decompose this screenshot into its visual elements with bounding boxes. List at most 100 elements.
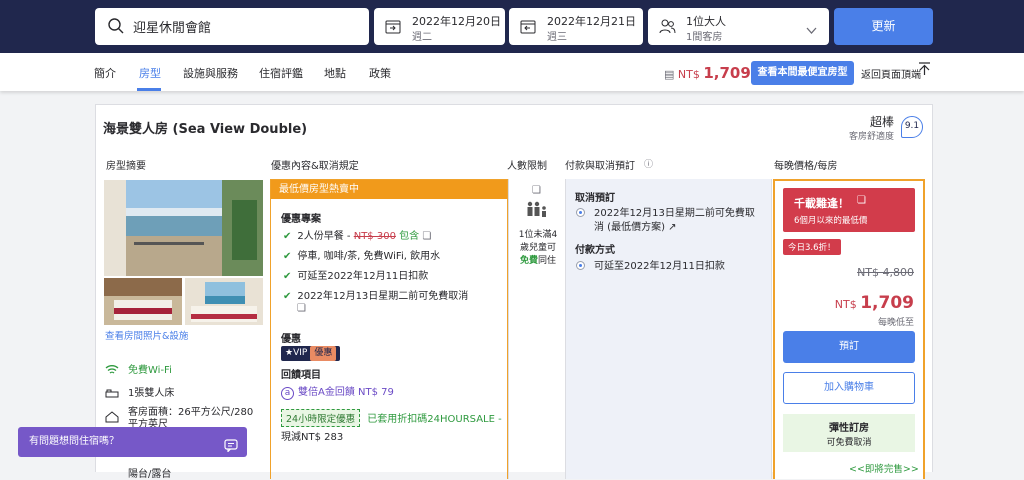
room-size-icon <box>105 408 119 427</box>
discount-section-title: 優惠 <box>281 334 301 345</box>
cancel-title: 取消預訂 <box>575 193 615 204</box>
update-button[interactable]: 更新 <box>834 8 933 45</box>
limited-offer-line: 24小時限定優惠 已套用折扣碼24HOURSALE - <box>281 409 502 427</box>
occupancy-column: ❏ 1位未滿4 歲兒童可 免費同住 <box>508 179 566 479</box>
checkin-weekday: 週二 <box>412 32 432 43</box>
check-icon: ✔ <box>283 291 292 302</box>
checkout-date: 2022年12月21日 <box>547 15 636 28</box>
back-to-top-link[interactable]: 返回頁面頂端 <box>861 66 921 81</box>
rating-score-badge: 9.1 <box>901 116 923 138</box>
search-icon <box>107 17 125 39</box>
rating-word: 超棒 <box>869 115 894 129</box>
vip-badge: ★VIP 優惠 <box>281 346 341 361</box>
tab-reviews[interactable]: 住宿評鑑 <box>259 65 303 81</box>
add-to-cart-button[interactable]: 加入購物車 <box>783 372 915 404</box>
check-icon: ✔ <box>283 271 292 282</box>
active-tab-indicator <box>137 88 161 91</box>
amenity-bed: 1張雙人床 <box>128 388 175 399</box>
section-nav: 簡介 房型 設施與服務 住宿評鑑 地點 政策 ▤ NT$ 1,709 查看本間最… <box>0 53 1024 91</box>
col-header-payment: 付款與取消預訂 <box>565 161 635 172</box>
rating-subtitle: 客房舒適度 <box>848 132 894 142</box>
tab-facilities[interactable]: 設施與服務 <box>183 65 238 81</box>
amenity-wifi: 免費Wi-Fi <box>128 365 172 376</box>
guests-adults: 1位大人 <box>686 15 726 28</box>
guests-selector[interactable]: 1位大人 1間客房 <box>648 8 829 45</box>
guests-icon <box>659 19 676 38</box>
wifi-icon <box>105 360 119 379</box>
room-photo-bedroom[interactable] <box>104 278 182 325</box>
room-photo-main[interactable] <box>104 180 263 276</box>
price-column: 千載難逢！ ❏ 6個月以來的最低價 今日3.6折！ NT$ 4,800 NT$ … <box>773 179 925 479</box>
checkout-date-picker[interactable]: 2022年12月21日 週三 <box>509 8 643 45</box>
tab-rooms[interactable]: 房型 <box>139 65 161 81</box>
radio-icon <box>576 208 585 217</box>
a-coin-icon: a <box>281 387 294 400</box>
selling-out-notice: <<即將完售>> <box>849 464 919 475</box>
chat-prompt: 有問題想問住宿嗎？ <box>29 436 119 447</box>
price-summary-value: 1,709 <box>703 64 751 82</box>
amenity-balcony: 陽台/露台 <box>128 469 172 480</box>
price-summary: ▤ NT$ 1,709 <box>664 64 751 82</box>
today-discount-badge: 今日3.6折！ <box>783 239 841 255</box>
tab-policies[interactable]: 政策 <box>369 65 391 81</box>
copy-icon: ❏ <box>532 185 541 196</box>
room-title: 海景雙人房 (Sea View Double) <box>103 122 308 137</box>
reward-item: a 雙倍A金回饋 NT$ 79 <box>281 383 394 400</box>
offer-item-amenities: ✔ 停車, 咖啡/茶, 免費WiFi, 飲用水 <box>283 251 441 262</box>
bed-icon: ▤ <box>664 68 675 81</box>
arrow-up-icon[interactable] <box>918 61 931 80</box>
room-photo-view[interactable] <box>185 278 263 325</box>
radio-icon <box>576 261 585 270</box>
info-icon[interactable]: ⓘ <box>644 157 653 170</box>
external-link-icon: ↗ <box>668 222 677 233</box>
offer-section-title: 優惠專案 <box>281 214 321 225</box>
guests-rooms: 1間客房 <box>686 32 723 43</box>
offer-item-breakfast: ✔ 2人份早餐 - NT$ 300 包含 ❏ <box>283 231 432 242</box>
chat-widget-button[interactable]: 有問題想問住宿嗎？ <box>18 427 247 457</box>
offer-panel: 最低價房型熱賣中 優惠專案 ✔ 2人份早餐 - NT$ 300 包含 ❏ ✔ 停車,… <box>270 179 508 479</box>
people-icon <box>525 201 549 225</box>
col-header-summary: 房型摘要 <box>106 161 146 172</box>
gift-icon: ❏ <box>422 231 432 242</box>
calendar-in-icon <box>385 19 401 38</box>
book-button[interactable]: 預訂 <box>783 331 915 363</box>
col-header-occupancy: 人數限制 <box>507 161 547 172</box>
check-icon: ✔ <box>283 231 292 242</box>
view-cheapest-room-button[interactable]: 查看本間最便宜房型 <box>751 61 854 85</box>
checkout-weekday: 週三 <box>547 32 567 43</box>
cancel-policy: 2022年12月13日星期二前可免費取 消 (最低價方案) ↗ <box>576 207 755 235</box>
copy-icon: ❏ <box>297 303 306 314</box>
deal-banner: 千載難逢！ ❏ 6個月以來的最低價 <box>783 188 915 232</box>
room-card: 海景雙人房 (Sea View Double) 超棒 客房舒適度 9.1 房型摘… <box>95 104 933 480</box>
check-icon: ✔ <box>283 251 292 262</box>
offer-item-pay-later: ✔ 可延至2022年12月11日扣款 <box>283 271 429 282</box>
limited-offer-discount: 現減NT$ 283 <box>281 432 344 443</box>
original-price: NT$ 4,800 <box>857 266 914 279</box>
copy-icon: ❏ <box>857 195 866 206</box>
chevron-down-icon <box>806 20 817 39</box>
reward-section-title: 回饋項目 <box>281 370 321 381</box>
offer-item-free-cancel: ✔ 2022年12月13日星期二前可免費取消 <box>283 291 469 302</box>
tab-overview[interactable]: 簡介 <box>94 65 116 81</box>
checkin-date: 2022年12月20日 <box>412 15 501 28</box>
payment-method: 可延至2022年12月11日扣款 <box>576 260 725 274</box>
hotel-name-value: 迎星休閒會館 <box>133 21 212 36</box>
payment-column: 取消預訂 2022年12月13日星期二前可免費取 消 (最低價方案) ↗ 付款方… <box>566 179 772 479</box>
best-price-banner: 最低價房型熱賣中 <box>271 180 507 199</box>
col-header-offer: 優惠內容&取消規定 <box>271 161 359 172</box>
bed-icon <box>105 384 119 403</box>
col-header-price: 每晚價格/每房 <box>774 161 838 172</box>
current-price: NT$ 1,709 <box>834 293 914 313</box>
tab-location[interactable]: 地點 <box>324 65 346 81</box>
limited-offer-badge: 24小時限定優惠 <box>281 409 361 427</box>
nightly-label: 每晚低至 <box>877 318 914 328</box>
checkin-date-picker[interactable]: 2022年12月20日 週二 <box>374 8 505 45</box>
chat-icon <box>224 435 238 465</box>
flexible-booking-badge: 彈性訂房 可免費取消 <box>783 414 915 452</box>
payment-method-title: 付款方式 <box>575 245 615 256</box>
child-policy: 1位未滿4 歲兒童可 免費同住 <box>518 230 558 266</box>
calendar-out-icon <box>520 19 536 38</box>
top-search-bar: 迎星休閒會館 2022年12月20日 週二 2022年12月21日 週三 1位大… <box>0 0 1024 53</box>
hotel-search-input[interactable]: 迎星休閒會館 <box>95 8 369 45</box>
view-room-photos-link[interactable]: 查看房間照片&設施 <box>105 328 188 342</box>
